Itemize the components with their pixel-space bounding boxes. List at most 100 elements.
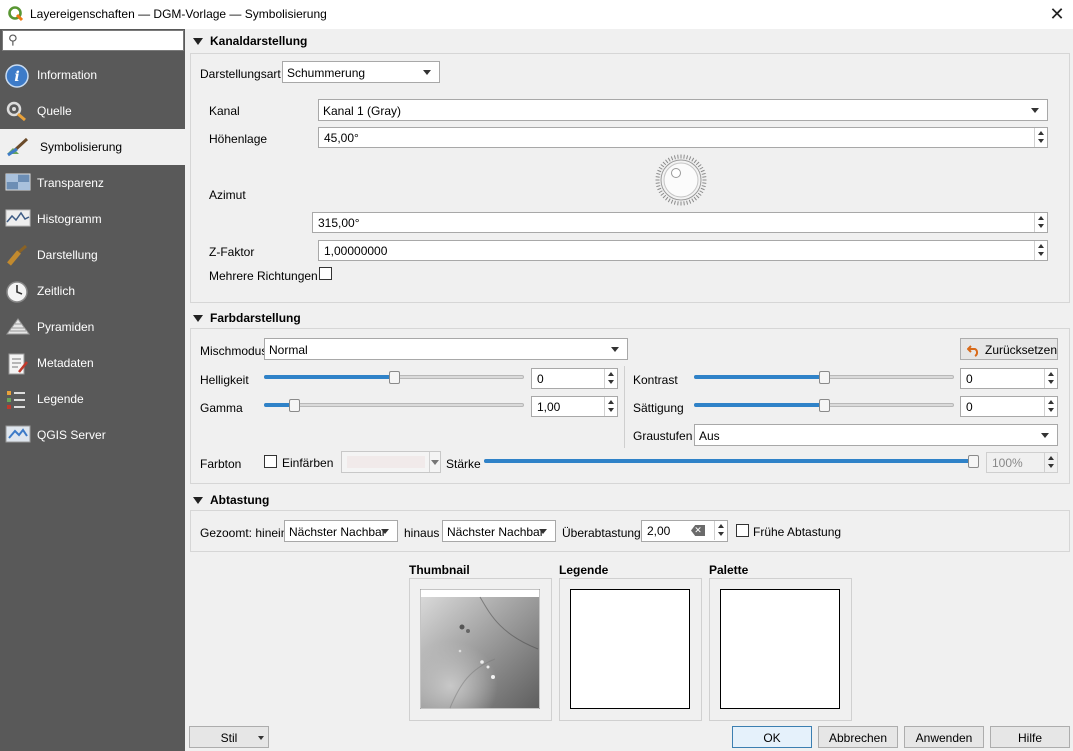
zoomed-in-combo[interactable]: Nächster Nachbar <box>284 520 398 542</box>
color-rendering-header[interactable]: Farbdarstellung <box>193 311 301 325</box>
slider-handle[interactable] <box>819 371 830 384</box>
azimuth-label: Azimut <box>209 188 246 202</box>
sidebar-item-temporal[interactable]: Zeitlich <box>0 273 185 309</box>
sidebar-item-histogram[interactable]: Histogramm <box>0 201 185 237</box>
saturation-slider[interactable] <box>694 399 954 412</box>
dial-tick <box>670 156 674 161</box>
dial-tick <box>656 185 661 188</box>
sidebar-item-transparency[interactable]: Transparenz <box>0 165 185 201</box>
search-icon: ⚲ <box>8 32 18 47</box>
spin-arrows-icon[interactable] <box>714 521 727 540</box>
colorize-color-button[interactable] <box>341 451 441 473</box>
sidebar-item-label: Pyramiden <box>37 320 95 334</box>
sidebar-item-legend[interactable]: Legende <box>0 381 185 417</box>
slider-handle[interactable] <box>389 371 400 384</box>
slider-handle[interactable] <box>289 399 300 412</box>
spin-arrows-icon[interactable] <box>1034 128 1047 147</box>
zoomed-out-label: hinaus <box>404 526 440 540</box>
help-button[interactable]: Hilfe <box>990 726 1070 748</box>
dial-tick <box>691 157 695 162</box>
legend-preview <box>559 578 702 721</box>
dial-tick <box>702 182 707 184</box>
gamma-slider[interactable] <box>264 399 524 412</box>
cancel-button[interactable]: Abbrechen <box>818 726 898 748</box>
grayscale-combo[interactable]: Aus <box>694 424 1058 446</box>
dial-tick <box>655 176 660 178</box>
title-bar: Layereigenschaften — DGM-Vorlage — Symbo… <box>0 0 1073 29</box>
sidebar-item-information[interactable]: i Information <box>0 57 185 93</box>
spin-arrows-icon <box>1044 453 1057 472</box>
transparency-icon <box>5 172 31 194</box>
dial-tick <box>656 172 661 175</box>
dial-tick <box>700 187 705 191</box>
sidebar-item-metadata[interactable]: Metadaten <box>0 345 185 381</box>
contrast-spinbox[interactable]: 0 <box>960 368 1058 389</box>
spin-arrows-icon[interactable] <box>1034 241 1047 260</box>
dial-tick <box>701 172 706 175</box>
sidebar-item-source[interactable]: Quelle <box>0 93 185 129</box>
chevron-down-icon <box>258 736 264 740</box>
slider-handle[interactable] <box>819 399 830 412</box>
altitude-label: Höhenlage <box>209 132 268 146</box>
ok-button[interactable]: OK <box>732 726 812 748</box>
sidebar-item-rendering[interactable]: Darstellung <box>0 237 185 273</box>
dial-tick <box>691 198 695 203</box>
sidebar-item-label: Legende <box>37 392 84 406</box>
strength-label: Stärke <box>446 457 481 471</box>
dial-tick <box>683 201 685 206</box>
azimuth-spinbox[interactable]: 315,00° <box>312 212 1048 233</box>
collapse-triangle-icon <box>193 38 203 46</box>
sidebar-item-pyramids[interactable]: Pyramiden <box>0 309 185 345</box>
grayscale-label: Graustufen <box>633 429 693 443</box>
colorize-checkbox[interactable] <box>264 455 277 468</box>
oversampling-spinbox[interactable]: 2,00 ✕ <box>641 520 728 542</box>
style-button[interactable]: Stil <box>189 726 269 748</box>
gamma-spinbox[interactable]: 1,00 <box>531 396 618 417</box>
close-icon[interactable]: ✕ <box>1046 3 1068 25</box>
contrast-slider[interactable] <box>694 371 954 384</box>
sidebar-item-symbology[interactable]: Symbolisierung <box>0 129 185 165</box>
svg-text:i: i <box>14 69 19 85</box>
early-resampling-checkbox[interactable] <box>736 524 749 537</box>
band-rendering-header[interactable]: Kanaldarstellung <box>193 34 307 48</box>
resampling-header[interactable]: Abtastung <box>193 493 269 507</box>
window-title: Layereigenschaften — DGM-Vorlage — Symbo… <box>30 7 327 21</box>
zfactor-spinbox[interactable]: 1,00000000 <box>318 240 1048 261</box>
spin-arrows-icon[interactable] <box>1044 397 1057 416</box>
spin-arrows-icon[interactable] <box>604 369 617 388</box>
search-input[interactable]: ⚲ <box>2 30 184 51</box>
reset-button[interactable]: Zurücksetzen <box>960 338 1058 360</box>
apply-button[interactable]: Anwenden <box>904 726 984 748</box>
zfactor-label: Z-Faktor <box>209 245 255 259</box>
palette-label: Palette <box>709 563 749 577</box>
dial-tick <box>693 159 697 164</box>
azimuth-dial[interactable] <box>654 153 708 207</box>
dial-tick <box>699 190 704 194</box>
slider-handle[interactable] <box>968 455 979 468</box>
render-type-combo[interactable]: Schummerung <box>282 61 440 83</box>
spin-arrows-icon[interactable] <box>1034 213 1047 232</box>
brightness-slider[interactable] <box>264 371 524 384</box>
collapse-triangle-icon <box>193 497 203 505</box>
collapse-triangle-icon <box>193 315 203 323</box>
altitude-spinbox[interactable]: 45,00° <box>318 127 1048 148</box>
blend-mode-combo[interactable]: Normal <box>264 338 628 360</box>
spin-arrows-icon[interactable] <box>604 397 617 416</box>
zoomed-out-combo[interactable]: Nächster Nachbar <box>442 520 556 542</box>
spin-arrows-icon[interactable] <box>1044 369 1057 388</box>
sidebar-item-label: Darstellung <box>37 248 98 262</box>
band-combo[interactable]: Kanal 1 (Gray) <box>318 99 1048 121</box>
strength-spinbox: 100% <box>986 452 1058 473</box>
sidebar-item-qgis-server[interactable]: QGIS Server <box>0 417 185 453</box>
thumbnail-image <box>420 589 540 709</box>
dial-tick <box>686 200 689 205</box>
brightness-spinbox[interactable]: 0 <box>531 368 618 389</box>
rendering-icon <box>5 244 29 266</box>
metadata-icon <box>5 352 29 375</box>
multidirectional-checkbox[interactable] <box>319 267 332 280</box>
saturation-spinbox[interactable]: 0 <box>960 396 1058 417</box>
legend-preview-label: Legende <box>559 563 609 577</box>
clear-icon[interactable]: ✕ <box>691 525 705 536</box>
dial-tick <box>677 154 679 159</box>
strength-slider[interactable] <box>484 455 979 468</box>
